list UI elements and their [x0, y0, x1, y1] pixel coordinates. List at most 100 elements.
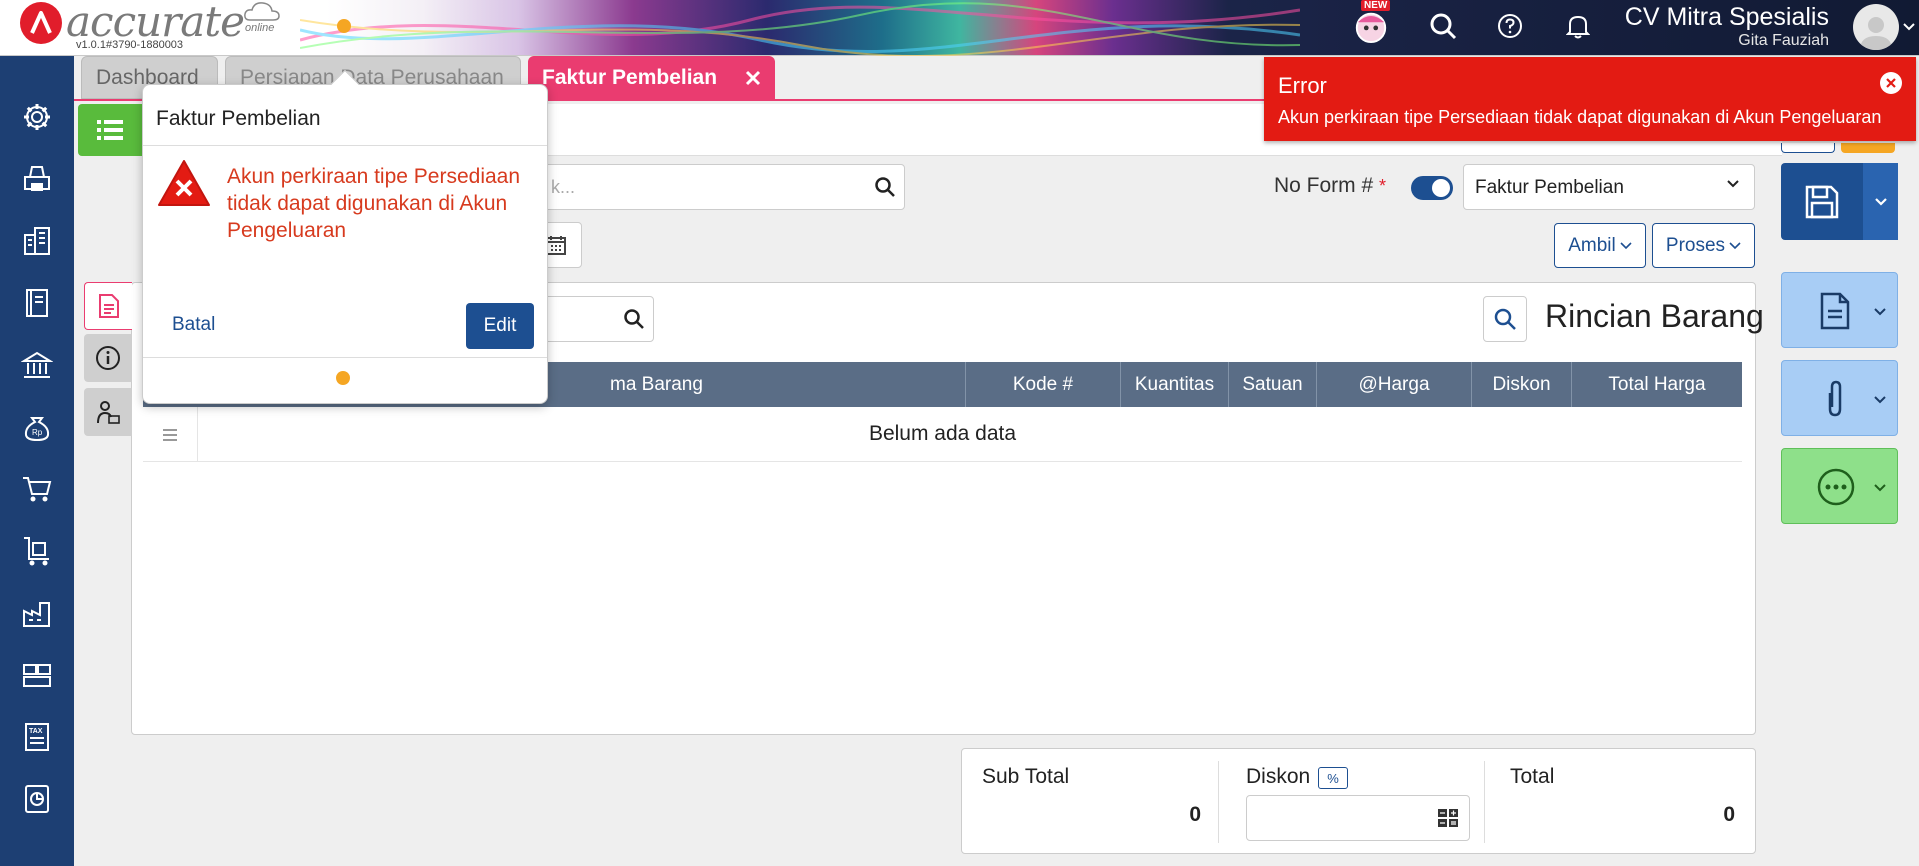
chevron-down-icon	[1874, 484, 1886, 492]
list-icon	[97, 120, 123, 140]
notification-dot	[337, 19, 351, 33]
tab-info[interactable]	[84, 334, 132, 382]
search-icon[interactable]	[1425, 8, 1461, 44]
no-form-text: No Form #	[1274, 174, 1374, 197]
total-label: Total	[1510, 765, 1555, 788]
toast-message: Akun perkiraan tipe Persediaan tidak dap…	[1278, 107, 1882, 127]
top-action-button-b[interactable]	[1841, 143, 1895, 153]
discount-input[interactable]	[1246, 795, 1470, 841]
column-header-quantity[interactable]: Kuantitas	[1120, 362, 1228, 407]
chevron-down-icon[interactable]	[1903, 22, 1915, 32]
report-icon	[25, 785, 49, 813]
printer-icon	[24, 166, 50, 191]
divider	[1484, 761, 1485, 843]
error-warning-icon	[158, 160, 210, 206]
chevron-down-icon	[1874, 197, 1887, 206]
chevron-down-icon	[1874, 308, 1886, 316]
company-info[interactable]: CV Mitra Spesialis Gita Fauziah	[1625, 2, 1829, 50]
version-label: v1.0.1#3790-1880003	[76, 39, 184, 51]
attachment-button[interactable]	[1781, 360, 1898, 436]
sidebar-item-money[interactable]: Rp	[18, 408, 56, 446]
vendor-search-input[interactable]: k...	[530, 164, 905, 210]
cancel-link[interactable]: Batal	[172, 314, 215, 336]
search-placeholder: k...	[551, 177, 576, 197]
validation-popover: Faktur Pembelian Akun perkiraan tipe Per…	[142, 69, 548, 404]
search-icon[interactable]	[874, 176, 896, 198]
search-icon	[1494, 308, 1516, 330]
empty-message: Belum ada data	[868, 422, 1017, 445]
cart-icon	[23, 477, 52, 502]
top-action-button-a[interactable]	[1781, 143, 1835, 153]
paperclip-icon	[1828, 380, 1842, 417]
tour-step-dot[interactable]	[336, 371, 350, 385]
sidebar-item-bank[interactable]	[18, 346, 56, 384]
tab-item-details[interactable]	[84, 282, 132, 330]
toggle-knob	[1432, 179, 1450, 197]
list-view-button[interactable]	[78, 104, 142, 156]
new-badge: NEW	[1361, 0, 1391, 11]
search-icon[interactable]	[623, 308, 645, 330]
sidebar: Rp TAX	[0, 56, 74, 866]
calculator-icon[interactable]	[1437, 808, 1459, 828]
sidebar-item-reports[interactable]	[18, 780, 56, 818]
calendar-icon	[546, 236, 566, 255]
item-search-input[interactable]	[530, 296, 654, 342]
document-icon	[98, 294, 119, 318]
ambil-button[interactable]: Ambil	[1554, 223, 1646, 268]
sidebar-item-inventory[interactable]	[18, 594, 56, 632]
percent-toggle-button[interactable]: %	[1318, 767, 1348, 789]
chevron-down-icon	[1874, 396, 1886, 404]
sidebar-item-ledger[interactable]	[18, 284, 56, 322]
column-header-price[interactable]: @Harga	[1316, 362, 1471, 407]
table-row: Belum ada data	[143, 407, 1742, 462]
search-items-button[interactable]	[1483, 296, 1527, 342]
close-tab-icon[interactable]	[745, 70, 761, 86]
required-mark: *	[1379, 176, 1387, 196]
building-icon	[24, 227, 50, 255]
chevron-down-icon	[1729, 242, 1741, 250]
tab-costs[interactable]	[84, 388, 132, 436]
chevron-down-icon	[1727, 180, 1739, 188]
column-header-unit[interactable]: Satuan	[1228, 362, 1316, 407]
new-feature-mascot-icon[interactable]: NEW	[1353, 0, 1391, 44]
sidebar-item-tax[interactable]: TAX	[18, 718, 56, 756]
form-type-select[interactable]: Faktur Pembelian	[1463, 164, 1755, 210]
no-form-label: No Form # *	[1274, 174, 1386, 198]
sidebar-item-settings[interactable]	[18, 98, 56, 136]
column-header-code[interactable]: Kode #	[965, 362, 1120, 407]
floppy-disk-icon	[1805, 185, 1839, 219]
proses-button[interactable]: Proses	[1652, 223, 1755, 268]
close-toast-button[interactable]	[1880, 72, 1902, 94]
sidebar-item-sales[interactable]	[18, 470, 56, 508]
divider	[1218, 761, 1219, 843]
divider	[143, 145, 547, 146]
column-header-discount[interactable]: Diskon	[1471, 362, 1571, 407]
book-icon	[26, 289, 48, 317]
column-header-total[interactable]: Total Harga	[1571, 362, 1742, 407]
tab-purchase-invoice[interactable]: Faktur Pembelian	[528, 56, 775, 99]
total-value: 0	[1723, 803, 1735, 826]
gear-icon	[24, 104, 50, 130]
money-bag-icon: Rp	[24, 417, 50, 442]
bell-icon[interactable]	[1560, 8, 1596, 44]
section-title: Rincian Barang	[1545, 298, 1764, 334]
avatar[interactable]	[1853, 4, 1899, 50]
document-actions-button[interactable]	[1781, 272, 1898, 348]
edit-button[interactable]: Edit	[466, 303, 534, 349]
save-button[interactable]	[1781, 163, 1898, 240]
header-wave-decoration	[300, 2, 1300, 56]
help-icon[interactable]	[1492, 8, 1528, 44]
warehouse-icon	[23, 664, 51, 687]
sidebar-item-purchase[interactable]	[18, 532, 56, 570]
ambil-label: Ambil	[1568, 234, 1616, 256]
save-options-button[interactable]	[1863, 163, 1898, 240]
sidebar-item-warehouse[interactable]	[18, 656, 56, 694]
form-type-value: Faktur Pembelian	[1475, 177, 1624, 198]
sidebar-item-company[interactable]	[18, 222, 56, 260]
auto-number-toggle[interactable]	[1411, 176, 1453, 200]
discount-label: Diskon	[1246, 765, 1311, 788]
popover-message: Akun perkiraan tipe Persediaan tidak dap…	[227, 165, 521, 242]
divider	[143, 357, 547, 358]
more-actions-button[interactable]	[1781, 448, 1898, 524]
sidebar-item-printer[interactable]	[18, 160, 56, 198]
